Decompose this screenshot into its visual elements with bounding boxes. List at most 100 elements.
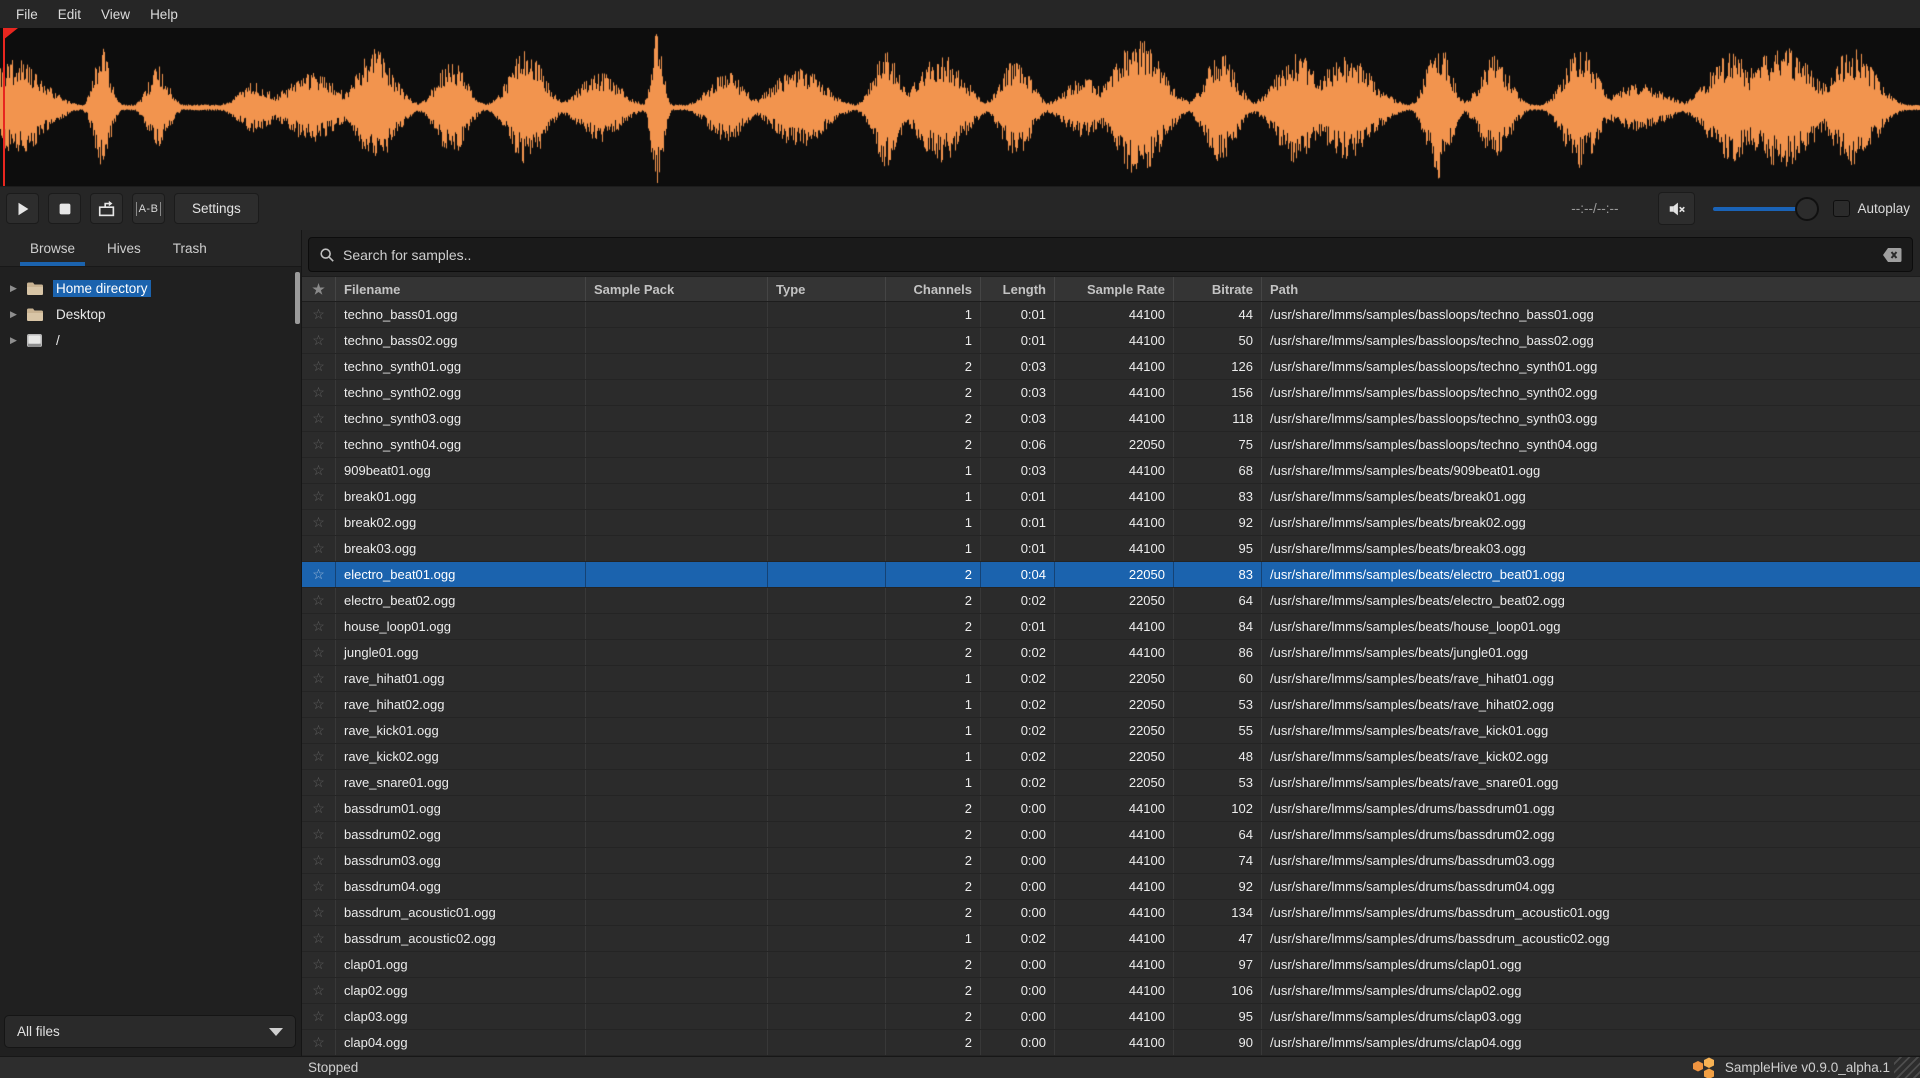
volume-slider[interactable] <box>1713 197 1813 221</box>
favorite-star-icon[interactable]: ☆ <box>312 1008 325 1025</box>
favorite-star-icon[interactable]: ☆ <box>312 332 325 349</box>
menu-file[interactable]: File <box>6 3 48 26</box>
favorite-star-icon[interactable]: ☆ <box>312 852 325 869</box>
table-row[interactable]: ☆electro_beat01.ogg20:042205083/usr/shar… <box>302 562 1920 588</box>
table-row[interactable]: ☆rave_hihat02.ogg10:022205053/usr/share/… <box>302 692 1920 718</box>
expand-arrow-icon[interactable]: ▶ <box>10 309 26 320</box>
header-sample-rate[interactable]: Sample Rate <box>1055 277 1174 301</box>
header-path[interactable]: Path <box>1262 277 1920 301</box>
search-bar[interactable] <box>308 237 1913 272</box>
autoplay-checkbox[interactable] <box>1833 200 1850 217</box>
table-row[interactable]: ☆techno_synth01.ogg20:0344100126/usr/sha… <box>302 354 1920 380</box>
menu-edit[interactable]: Edit <box>48 3 91 26</box>
table-row[interactable]: ☆break01.ogg10:014410083/usr/share/lmms/… <box>302 484 1920 510</box>
favorite-star-icon[interactable]: ☆ <box>312 436 325 453</box>
sidebar-scrollbar[interactable] <box>295 272 300 324</box>
cell-sample-pack <box>586 1030 768 1055</box>
table-row[interactable]: ☆clap01.ogg20:004410097/usr/share/lmms/s… <box>302 952 1920 978</box>
favorite-star-icon[interactable]: ☆ <box>312 722 325 739</box>
mute-button[interactable] <box>1658 192 1695 225</box>
table-row[interactable]: ☆break02.ogg10:014410092/usr/share/lmms/… <box>302 510 1920 536</box>
table-row[interactable]: ☆bassdrum04.ogg20:004410092/usr/share/lm… <box>302 874 1920 900</box>
favorite-star-icon[interactable]: ☆ <box>312 982 325 999</box>
header-type[interactable]: Type <box>768 277 886 301</box>
table-row[interactable]: ☆techno_bass01.ogg10:014410044/usr/share… <box>302 302 1920 328</box>
settings-button[interactable]: Settings <box>174 193 259 224</box>
table-row[interactable]: ☆jungle01.ogg20:024410086/usr/share/lmms… <box>302 640 1920 666</box>
table-row[interactable]: ☆rave_kick02.ogg10:022205048/usr/share/l… <box>302 744 1920 770</box>
header-favorite[interactable]: ★ <box>302 277 336 301</box>
cell-sample-pack <box>586 536 768 561</box>
table-row[interactable]: ☆bassdrum_acoustic01.ogg20:0044100134/us… <box>302 900 1920 926</box>
favorite-star-icon[interactable]: ☆ <box>312 592 325 609</box>
favorite-star-icon[interactable]: ☆ <box>312 358 325 375</box>
favorite-star-icon[interactable]: ☆ <box>312 956 325 973</box>
header-filename[interactable]: Filename <box>336 277 586 301</box>
table-row[interactable]: ☆bassdrum02.ogg20:004410064/usr/share/lm… <box>302 822 1920 848</box>
table-row[interactable]: ☆techno_synth04.ogg20:062205075/usr/shar… <box>302 432 1920 458</box>
tree-item-desktop[interactable]: ▶Desktop <box>0 301 301 327</box>
tab-trash[interactable]: Trash <box>157 230 223 266</box>
header-bitrate[interactable]: Bitrate <box>1174 277 1262 301</box>
favorite-star-icon[interactable]: ☆ <box>312 774 325 791</box>
stop-button[interactable] <box>48 193 81 224</box>
table-row[interactable]: ☆house_loop01.ogg20:014410084/usr/share/… <box>302 614 1920 640</box>
favorite-star-icon[interactable]: ☆ <box>312 696 325 713</box>
table-row[interactable]: ☆clap03.ogg20:004410095/usr/share/lmms/s… <box>302 1004 1920 1030</box>
favorite-star-icon[interactable]: ☆ <box>312 618 325 635</box>
table-row[interactable]: ☆clap02.ogg20:0044100106/usr/share/lmms/… <box>302 978 1920 1004</box>
loop-button[interactable] <box>90 193 123 224</box>
tab-browse[interactable]: Browse <box>14 230 91 266</box>
favorite-star-icon[interactable]: ☆ <box>312 878 325 895</box>
expand-arrow-icon[interactable]: ▶ <box>10 335 26 346</box>
table-row[interactable]: ☆909beat01.ogg10:034410068/usr/share/lmm… <box>302 458 1920 484</box>
table-row[interactable]: ☆bassdrum_acoustic02.ogg10:024410047/usr… <box>302 926 1920 952</box>
table-row[interactable]: ☆rave_hihat01.ogg10:022205060/usr/share/… <box>302 666 1920 692</box>
header-channels[interactable]: Channels <box>886 277 981 301</box>
favorite-star-icon[interactable]: ☆ <box>312 306 325 323</box>
table-row[interactable]: ☆techno_synth02.ogg20:0344100156/usr/sha… <box>302 380 1920 406</box>
cell-path: /usr/share/lmms/samples/beats/jungle01.o… <box>1262 640 1920 665</box>
favorite-star-icon[interactable]: ☆ <box>312 566 325 583</box>
favorite-star-icon[interactable]: ☆ <box>312 930 325 947</box>
favorite-star-icon[interactable]: ☆ <box>312 800 325 817</box>
table-row[interactable]: ☆techno_synth03.ogg20:0344100118/usr/sha… <box>302 406 1920 432</box>
menu-view[interactable]: View <box>91 3 140 26</box>
header-length[interactable]: Length <box>981 277 1055 301</box>
table-row[interactable]: ☆rave_kick01.ogg10:022205055/usr/share/l… <box>302 718 1920 744</box>
tab-hives[interactable]: Hives <box>91 230 157 266</box>
table-row[interactable]: ☆rave_snare01.ogg10:022205053/usr/share/… <box>302 770 1920 796</box>
table-row[interactable]: ☆techno_bass02.ogg10:014410050/usr/share… <box>302 328 1920 354</box>
clear-search-icon[interactable] <box>1882 247 1902 263</box>
header-sample-pack[interactable]: Sample Pack <box>586 277 768 301</box>
favorite-star-icon[interactable]: ☆ <box>312 540 325 557</box>
favorite-star-icon[interactable]: ☆ <box>312 462 325 479</box>
table-row[interactable]: ☆clap04.ogg20:004410090/usr/share/lmms/s… <box>302 1030 1920 1056</box>
favorite-star-icon[interactable]: ☆ <box>312 410 325 427</box>
playhead-marker[interactable] <box>3 28 18 40</box>
menu-help[interactable]: Help <box>140 3 188 26</box>
volume-slider-knob[interactable] <box>1795 197 1819 221</box>
favorite-star-icon[interactable]: ☆ <box>312 904 325 921</box>
table-row[interactable]: ☆electro_beat02.ogg20:022205064/usr/shar… <box>302 588 1920 614</box>
favorite-star-icon[interactable]: ☆ <box>312 1034 325 1051</box>
waveform-panel[interactable] <box>0 28 1920 186</box>
play-button[interactable] <box>6 193 39 224</box>
table-row[interactable]: ☆bassdrum01.ogg20:0044100102/usr/share/l… <box>302 796 1920 822</box>
favorite-star-icon[interactable]: ☆ <box>312 826 325 843</box>
tree-item-home-directory[interactable]: ▶Home directory <box>0 275 301 301</box>
favorite-star-icon[interactable]: ☆ <box>312 644 325 661</box>
favorite-star-icon[interactable]: ☆ <box>312 514 325 531</box>
favorite-star-icon[interactable]: ☆ <box>312 384 325 401</box>
favorite-star-icon[interactable]: ☆ <box>312 670 325 687</box>
tree-item--[interactable]: ▶/ <box>0 327 301 353</box>
resize-grip[interactable] <box>1894 1057 1920 1078</box>
expand-arrow-icon[interactable]: ▶ <box>10 283 26 294</box>
table-row[interactable]: ☆bassdrum03.ogg20:004410074/usr/share/lm… <box>302 848 1920 874</box>
favorite-star-icon[interactable]: ☆ <box>312 748 325 765</box>
ab-loop-button[interactable]: A-B <box>132 193 165 224</box>
favorite-star-icon[interactable]: ☆ <box>312 488 325 505</box>
table-row[interactable]: ☆break03.ogg10:014410095/usr/share/lmms/… <box>302 536 1920 562</box>
search-input[interactable] <box>343 247 1882 263</box>
file-filter-dropdown[interactable]: All files <box>4 1015 296 1048</box>
